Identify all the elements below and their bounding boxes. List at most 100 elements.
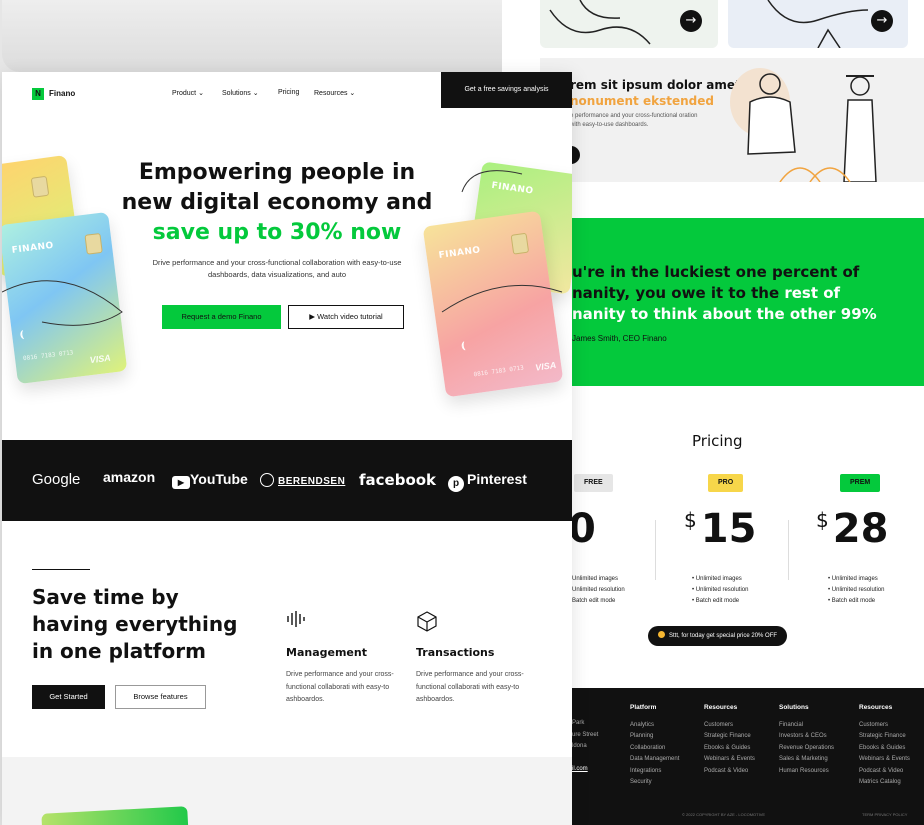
feature-item: Batch edit mode (572, 598, 616, 604)
logo-text: BERENDSEN (278, 476, 346, 487)
front-page-preview: N Finano Product ⌄ Solutions ⌄ Pricing R… (2, 72, 572, 825)
quote-line: u're in the luckiest one percent of (572, 263, 860, 281)
footer-col-solutions: Solutions Financial Investors & CEOs Rev… (779, 702, 834, 777)
berendsen-logo: BERENDSEN (260, 473, 345, 487)
footer-link[interactable]: Sales & Marketing (779, 754, 834, 766)
plan-price: $28 (816, 506, 888, 552)
divider (655, 520, 656, 580)
footer-link[interactable]: Customers (704, 720, 755, 732)
footer-link[interactable]: Integrations (630, 766, 679, 778)
card-number: 0816 7183 0713 (473, 364, 525, 379)
footer-link[interactable]: Podcast & Video (859, 766, 910, 778)
feature-text: Unlimited images (695, 576, 742, 582)
logo-text[interactable]: Finano (49, 89, 75, 98)
testimonial-quote: u're in the luckiest one percent of nani… (572, 262, 912, 325)
nav-resources[interactable]: Resources ⌄ (314, 89, 355, 97)
promo-text: Sttt, for today get special price 20% OF… (669, 633, 778, 639)
plan-badge: PRO (708, 474, 744, 492)
footer-link[interactable]: Security (630, 777, 679, 789)
chevron-down-icon: ⌄ (198, 90, 204, 97)
footer-link[interactable]: Investors & CEOs (779, 731, 834, 743)
blog-card[interactable]: rem sit ipsum dolor amet nonument eksten… (540, 58, 924, 182)
previous-section-strip (2, 0, 502, 72)
address-line: ldona (572, 743, 587, 749)
hero-title-highlight: save up to 30% now (152, 220, 402, 245)
footer-link[interactable]: Webinars & Events (859, 754, 910, 766)
hero-subtitle: Drive performance and your cross-functio… (152, 258, 402, 279)
feature-text: Unlimited resolution (831, 587, 885, 593)
footer-link[interactable]: Strategic Finance (704, 731, 755, 743)
footer-col-resources: Resources Customers Strategic Finance Eb… (704, 702, 755, 777)
quote-line: nanity to think about the other 99% (572, 305, 877, 323)
nav-label: Product (172, 90, 197, 97)
footer-link[interactable]: Matrics Catalog (859, 777, 910, 789)
footer-link[interactable]: Collaboration (630, 743, 679, 755)
berendsen-mark-icon (260, 473, 274, 487)
google-logo: Google (32, 471, 81, 488)
nav-label: Resources (314, 90, 348, 97)
footer-email-link[interactable]: il.com (572, 764, 598, 776)
address-line: Park (572, 720, 585, 726)
sound-wave-icon (286, 610, 396, 632)
blog-title: rem sit ipsum dolor amet (570, 78, 741, 92)
price-value: 28 (832, 506, 889, 552)
plan-price: 0 (568, 506, 596, 552)
footer-link[interactable]: Analytics (630, 720, 679, 732)
quote-text: nanity, you owe it to the (572, 284, 785, 302)
currency-symbol: $ (816, 508, 829, 532)
footer-link[interactable]: Webinars & Events (704, 754, 755, 766)
feature-text: Batch edit mode (831, 598, 876, 604)
footer-col-platform: Platform Analytics Planning Collaboratio… (630, 702, 679, 789)
get-started-button[interactable]: Get Started (32, 685, 105, 709)
footer-link[interactable]: Strategic Finance (859, 731, 910, 743)
arrow-right-icon[interactable]: → (871, 10, 893, 32)
cube-icon (416, 610, 526, 632)
plan-features: Unlimited images Unlimited resolution Ba… (572, 574, 625, 607)
footer-link[interactable]: Revenue Operations (779, 743, 834, 755)
feature-item: Unlimited resolution (572, 587, 625, 593)
section-divider (32, 569, 90, 570)
footer-link[interactable]: Data Management (630, 754, 679, 766)
arrow-right-icon[interactable]: → (680, 10, 702, 32)
chevron-down-icon: ⌄ (349, 90, 356, 97)
logo-icon[interactable]: N (32, 88, 44, 100)
footer-link[interactable]: Human Resources (779, 766, 834, 778)
facebook-logo: facebook (359, 471, 437, 489)
divider (788, 520, 789, 580)
watch-video-button[interactable]: ▶ Watch video tutorial (288, 305, 404, 329)
feature-description: Drive performance and your cross-functio… (416, 671, 524, 703)
features-title: Save time by having everything in one pl… (32, 585, 238, 663)
footer-terms-link[interactable]: TERM PRIVACY POLICY (862, 812, 907, 817)
blog-title-accent: nonument ekstended (570, 94, 714, 108)
plan-badge: FREE (574, 474, 613, 492)
chevron-down-icon: ⌄ (252, 90, 259, 97)
nav-label: Solutions (222, 90, 251, 97)
promo-pill[interactable]: Sttt, for today get special price 20% OF… (648, 626, 788, 646)
nav-product[interactable]: Product ⌄ (172, 89, 204, 97)
hero-title: Empowering people in new digital economy… (112, 158, 442, 248)
coin-icon (658, 631, 665, 638)
footer-link[interactable]: Podcast & Video (704, 766, 755, 778)
footer-link[interactable]: Ebooks & Guides (704, 743, 755, 755)
footer-heading: Platform (630, 704, 657, 711)
feature-text: Unlimited resolution (695, 587, 749, 593)
feature-item: • Unlimited images (692, 576, 742, 582)
footer-link[interactable]: Ebooks & Guides (859, 743, 910, 755)
feature-item: • Unlimited resolution (828, 587, 885, 593)
browse-features-button[interactable]: Browse features (115, 685, 206, 709)
footer-link[interactable]: Customers (859, 720, 910, 732)
feature-item: • Unlimited resolution (692, 587, 749, 593)
nav-solutions[interactable]: Solutions ⌄ (222, 89, 259, 97)
feature-item: • Batch edit mode (692, 598, 740, 604)
footer-link[interactable]: Planning (630, 731, 679, 743)
people-illustration (730, 68, 877, 182)
request-demo-button[interactable]: Request a demo Finano (162, 305, 281, 329)
currency-symbol: $ (684, 508, 697, 532)
plan-features: • Unlimited images • Unlimited resolutio… (828, 574, 884, 607)
plan-features: • Unlimited images • Unlimited resolutio… (692, 574, 748, 607)
free-savings-analysis-button[interactable]: Get a free savings analysis (441, 72, 572, 108)
pricing-title: Pricing (692, 432, 743, 450)
nav-pricing[interactable]: Pricing (278, 89, 299, 96)
feature-management: Management Drive performance and your cr… (286, 610, 396, 707)
footer-link[interactable]: Financial (779, 720, 834, 732)
